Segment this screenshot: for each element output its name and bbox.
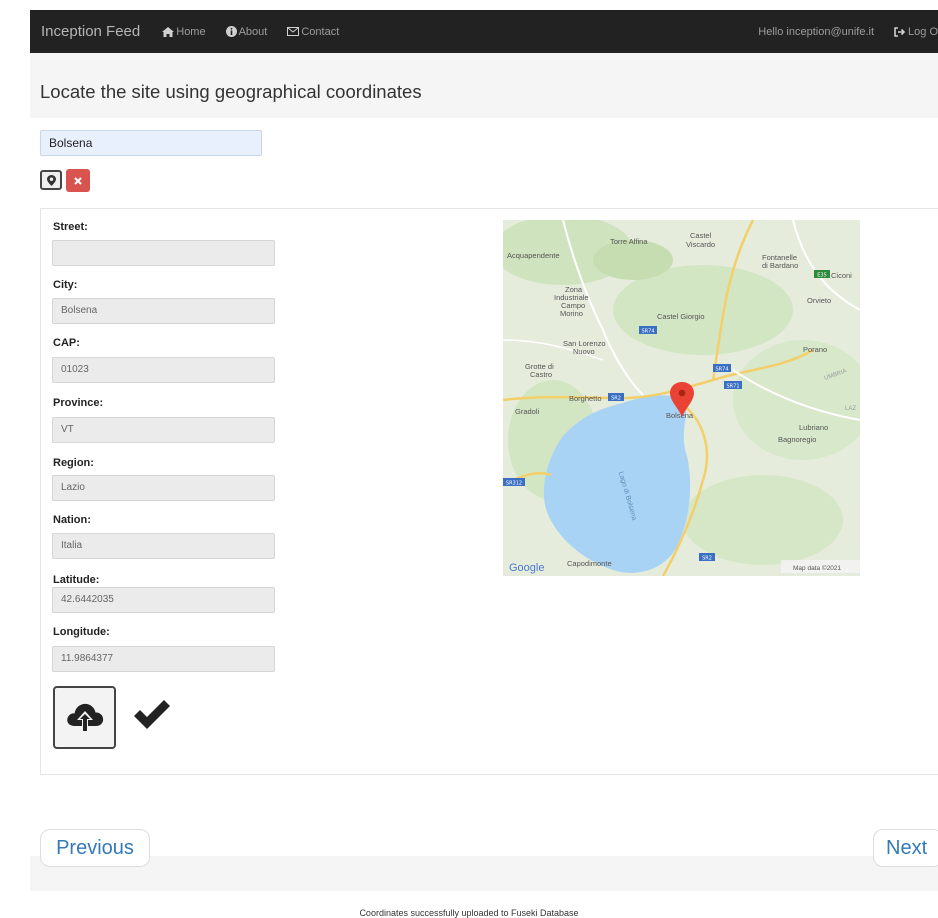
place-label: Castel Giorgio — [657, 312, 705, 321]
nation-label: Nation: — [53, 514, 91, 526]
place-label: LAZ — [845, 406, 856, 412]
place-label: Castro — [530, 370, 552, 379]
envelope-icon — [287, 27, 300, 36]
street-field — [52, 240, 275, 266]
province-label: Province: — [53, 397, 104, 409]
logout-icon — [894, 26, 906, 37]
forest-area — [593, 240, 673, 280]
navbar-brand[interactable]: Inception Feed — [41, 23, 140, 40]
place-label: Nuovo — [573, 347, 595, 356]
road-label: SR312 — [506, 481, 522, 487]
logout-label: Log O — [908, 25, 938, 38]
nation-field: Italia — [52, 533, 275, 559]
latitude-label: Latitude: — [53, 574, 100, 586]
region-label: Region: — [53, 457, 94, 469]
place-label: di Bardano — [762, 261, 798, 270]
place-label: Gradoli — [515, 407, 540, 416]
forest-area — [683, 475, 843, 565]
place-label: Borghetto — [569, 394, 602, 403]
road-label: E35 — [817, 273, 827, 279]
upload-button[interactable] — [53, 686, 116, 749]
checkmark-icon — [134, 700, 170, 729]
nav-home-label: Home — [176, 25, 206, 38]
logout-link[interactable]: Log O — [894, 26, 938, 38]
google-logo: Google — [509, 562, 544, 574]
map-marker-icon — [46, 174, 56, 186]
map-attribution: Map data ©2021 — [793, 564, 842, 572]
cap-label: CAP: — [53, 337, 80, 349]
nav-about-label: About — [238, 25, 268, 38]
locate-button[interactable] — [40, 170, 62, 190]
page-container: Locate the site using geographical coord… — [30, 53, 938, 891]
status-message: Coordinates successfully uploaded to Fus… — [359, 908, 579, 918]
road-label: SR74 — [715, 367, 728, 373]
place-label: Acquapendente — [507, 251, 560, 260]
province-field: VT — [52, 417, 275, 443]
clear-button[interactable] — [66, 169, 90, 192]
place-label: Torre Alfina — [610, 237, 648, 246]
street-label: Street: — [53, 221, 88, 233]
next-button[interactable]: Next — [873, 829, 938, 867]
nav-about-link[interactable]: About — [225, 25, 268, 38]
city-field: Bolsena — [52, 298, 275, 324]
home-icon — [162, 26, 175, 37]
place-label: Castel — [690, 231, 712, 240]
nav-home-link[interactable]: Home — [162, 25, 206, 38]
latitude-field: 42.6442035 — [52, 587, 275, 613]
cap-field: 01023 — [52, 357, 275, 383]
cloud-upload-icon — [66, 703, 103, 732]
page-title: Locate the site using geographical coord… — [40, 81, 422, 102]
region-field: Lazio — [52, 475, 275, 501]
road-label: SR71 — [726, 384, 739, 390]
place-label: Capodimonte — [567, 559, 612, 568]
location-search-input[interactable] — [40, 130, 262, 156]
place-label: Lubriano — [799, 423, 828, 432]
road-label: SR2 — [611, 396, 621, 402]
place-label: Bagnoregio — [778, 435, 816, 444]
nav-contact-label: Contact — [301, 25, 340, 38]
place-label: Viscardo — [686, 240, 715, 249]
road-label: SR74 — [641, 329, 654, 335]
map-view[interactable]: SR74 SR74 SR71 SR2 SR2 SR312 E35 Torre A… — [503, 220, 860, 576]
navbar-right: Hello inception@unife.it Log O — [758, 26, 938, 38]
user-greeting: Hello inception@unife.it — [758, 25, 875, 38]
navbar: Inception Feed Home About Contact Hello … — [30, 10, 938, 53]
place-label: Morino — [560, 309, 583, 318]
longitude-field: 11.9864377 — [52, 646, 275, 672]
nav-contact-link[interactable]: Contact — [287, 26, 339, 38]
city-label: City: — [53, 279, 78, 291]
place-label: Ciconi — [831, 271, 852, 280]
previous-button[interactable]: Previous — [40, 829, 150, 867]
road-label: SR2 — [702, 556, 712, 562]
place-label: Porano — [803, 345, 827, 354]
info-icon — [225, 26, 237, 37]
close-icon — [74, 176, 82, 185]
longitude-label: Longitude: — [53, 626, 110, 638]
page-heading: Locate the site using geographical coord… — [30, 53, 938, 118]
place-label: Orvieto — [807, 296, 831, 305]
map-canvas[interactable]: SR74 SR74 SR71 SR2 SR2 SR312 E35 Torre A… — [503, 220, 860, 576]
